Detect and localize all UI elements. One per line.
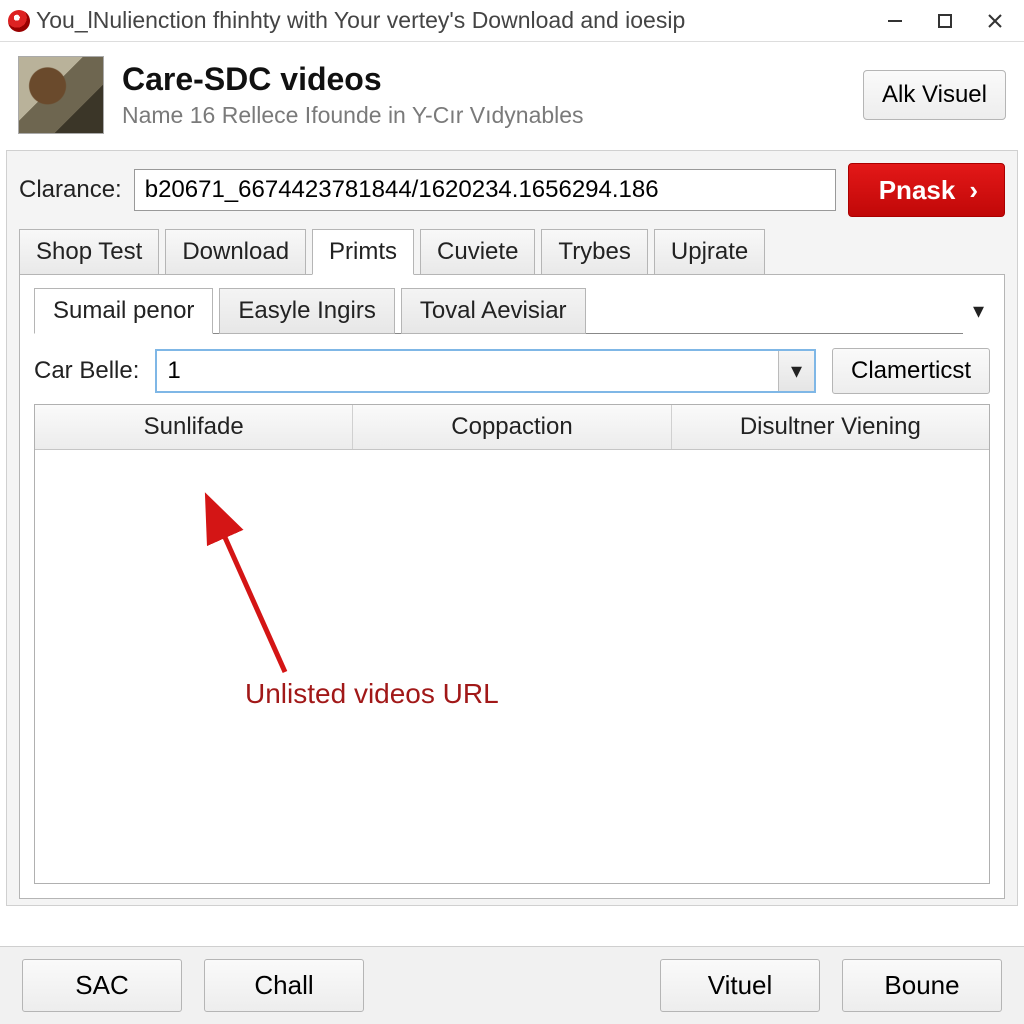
clarance-row: Clarance: Pnask › [19, 163, 1005, 217]
header: Care-SDC videos Name 16 Rellece Ifounde … [0, 42, 1024, 144]
column-coppaction[interactable]: Coppaction [353, 405, 671, 449]
window-title: You_lNulienction fhinhty with Your verte… [36, 7, 685, 34]
carbelle-input[interactable] [157, 351, 778, 391]
alk-visuel-button[interactable]: Alk Visuel [863, 70, 1006, 120]
clarance-label: Clarance: [19, 176, 122, 204]
header-texts: Care-SDC videos Name 16 Rellece Ifounde … [122, 61, 863, 129]
window-minimize-button[interactable] [870, 5, 920, 37]
subtab-easyle-ingirs[interactable]: Easyle Ingirs [219, 288, 394, 334]
sub-tabs: Sumail penor Easyle Ingirs Toval Aevisia… [34, 287, 963, 334]
subtab-toval-aevisiar[interactable]: Toval Aevisiar [401, 288, 586, 334]
inner-panel: Sumail penor Easyle Ingirs Toval Aevisia… [19, 274, 1005, 899]
tab-shop-test[interactable]: Shop Test [19, 229, 159, 275]
boune-button[interactable]: Boune [842, 959, 1002, 1012]
subtab-row: Sumail penor Easyle Ingirs Toval Aevisia… [34, 287, 990, 334]
tab-primts[interactable]: Primts [312, 229, 414, 275]
page-title: Care-SDC videos [122, 61, 863, 98]
table-header-row: Sunlifade Coppaction Disultner Viening [35, 405, 989, 450]
avatar [18, 56, 104, 134]
annotation-text: Unlisted videos URL [245, 678, 499, 710]
tab-download[interactable]: Download [165, 229, 306, 275]
app-icon [8, 10, 30, 32]
sac-button[interactable]: SAC [22, 959, 182, 1012]
subtab-sumail-penor[interactable]: Sumail penor [34, 288, 213, 334]
minimize-icon [886, 12, 904, 30]
close-icon [986, 12, 1004, 30]
table-body: Unlisted videos URL [35, 450, 989, 883]
tab-upjrate[interactable]: Upjrate [654, 229, 765, 275]
footer: SAC Chall Vituel Boune [0, 946, 1024, 1024]
carbelle-combobox[interactable]: ▾ [155, 349, 816, 393]
chall-button[interactable]: Chall [204, 959, 364, 1012]
clarance-input[interactable] [134, 169, 836, 211]
main-tabs: Shop Test Download Primts Cuviete Trybes… [19, 229, 1005, 275]
carbelle-row: Car Belle: ▾ Clamerticst [34, 348, 990, 394]
chevron-down-icon: ▾ [791, 358, 802, 384]
carbelle-label: Car Belle: [34, 357, 139, 385]
carbelle-dropdown-button[interactable]: ▾ [778, 351, 814, 391]
chevron-right-icon: › [969, 175, 978, 206]
vituel-button[interactable]: Vituel [660, 959, 820, 1012]
results-table: Sunlifade Coppaction Disultner Viening U… [34, 404, 990, 884]
column-sunlifade[interactable]: Sunlifade [35, 405, 353, 449]
tab-trybes[interactable]: Trybes [541, 229, 647, 275]
subtab-overflow-button[interactable]: ▾ [963, 298, 990, 324]
pnask-button-label: Pnask [879, 175, 956, 206]
maximize-icon [936, 12, 954, 30]
window-titlebar: You_lNulienction fhinhty with Your verte… [0, 0, 1024, 42]
main-panel: Clarance: Pnask › Shop Test Download Pri… [6, 150, 1018, 906]
annotation-arrow-icon [173, 492, 313, 692]
column-disultner-viening[interactable]: Disultner Viening [672, 405, 989, 449]
clamerticst-button[interactable]: Clamerticst [832, 348, 990, 394]
page-subtitle: Name 16 Rellece Ifounde in Y-Cır Vıdynab… [122, 102, 863, 129]
pnask-button[interactable]: Pnask › [848, 163, 1005, 217]
window-close-button[interactable] [970, 5, 1020, 37]
window-maximize-button[interactable] [920, 5, 970, 37]
tab-cuviete[interactable]: Cuviete [420, 229, 535, 275]
